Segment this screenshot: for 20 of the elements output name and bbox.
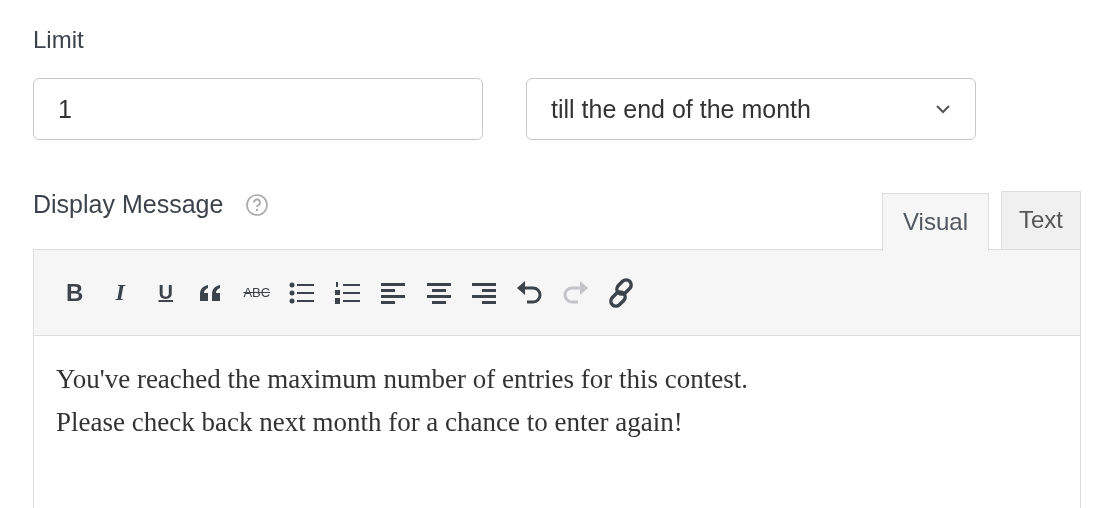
align-left-icon bbox=[380, 281, 407, 304]
numbered-list-icon bbox=[334, 280, 361, 305]
underline-button[interactable]: U bbox=[143, 272, 189, 313]
redo-icon bbox=[561, 279, 590, 306]
align-center-icon bbox=[425, 281, 452, 304]
chevron-down-icon bbox=[935, 104, 951, 114]
message-text: Please check back next month for a chance to enter again! bbox=[56, 407, 684, 438]
bulleted-list-icon bbox=[289, 281, 316, 304]
editor-tab[interactable]: Visual bbox=[882, 192, 989, 251]
message-text: You've reached the maximum number of entries for this contest. bbox=[56, 364, 749, 395]
limit-label: Limit bbox=[33, 26, 85, 55]
editor-tab[interactable]: Text bbox=[1001, 191, 1081, 249]
bold-button[interactable]: B bbox=[52, 272, 98, 313]
italic-button[interactable]: I bbox=[97, 272, 143, 313]
display-message-label: Display Message bbox=[33, 190, 224, 219]
strikethrough-button[interactable]: ABC bbox=[234, 272, 280, 313]
undo-icon bbox=[515, 279, 544, 306]
limit-field[interactable]: 1 bbox=[33, 78, 483, 140]
align-right-icon bbox=[471, 281, 498, 304]
period-dropdown[interactable]: till the end of the month bbox=[526, 78, 976, 140]
